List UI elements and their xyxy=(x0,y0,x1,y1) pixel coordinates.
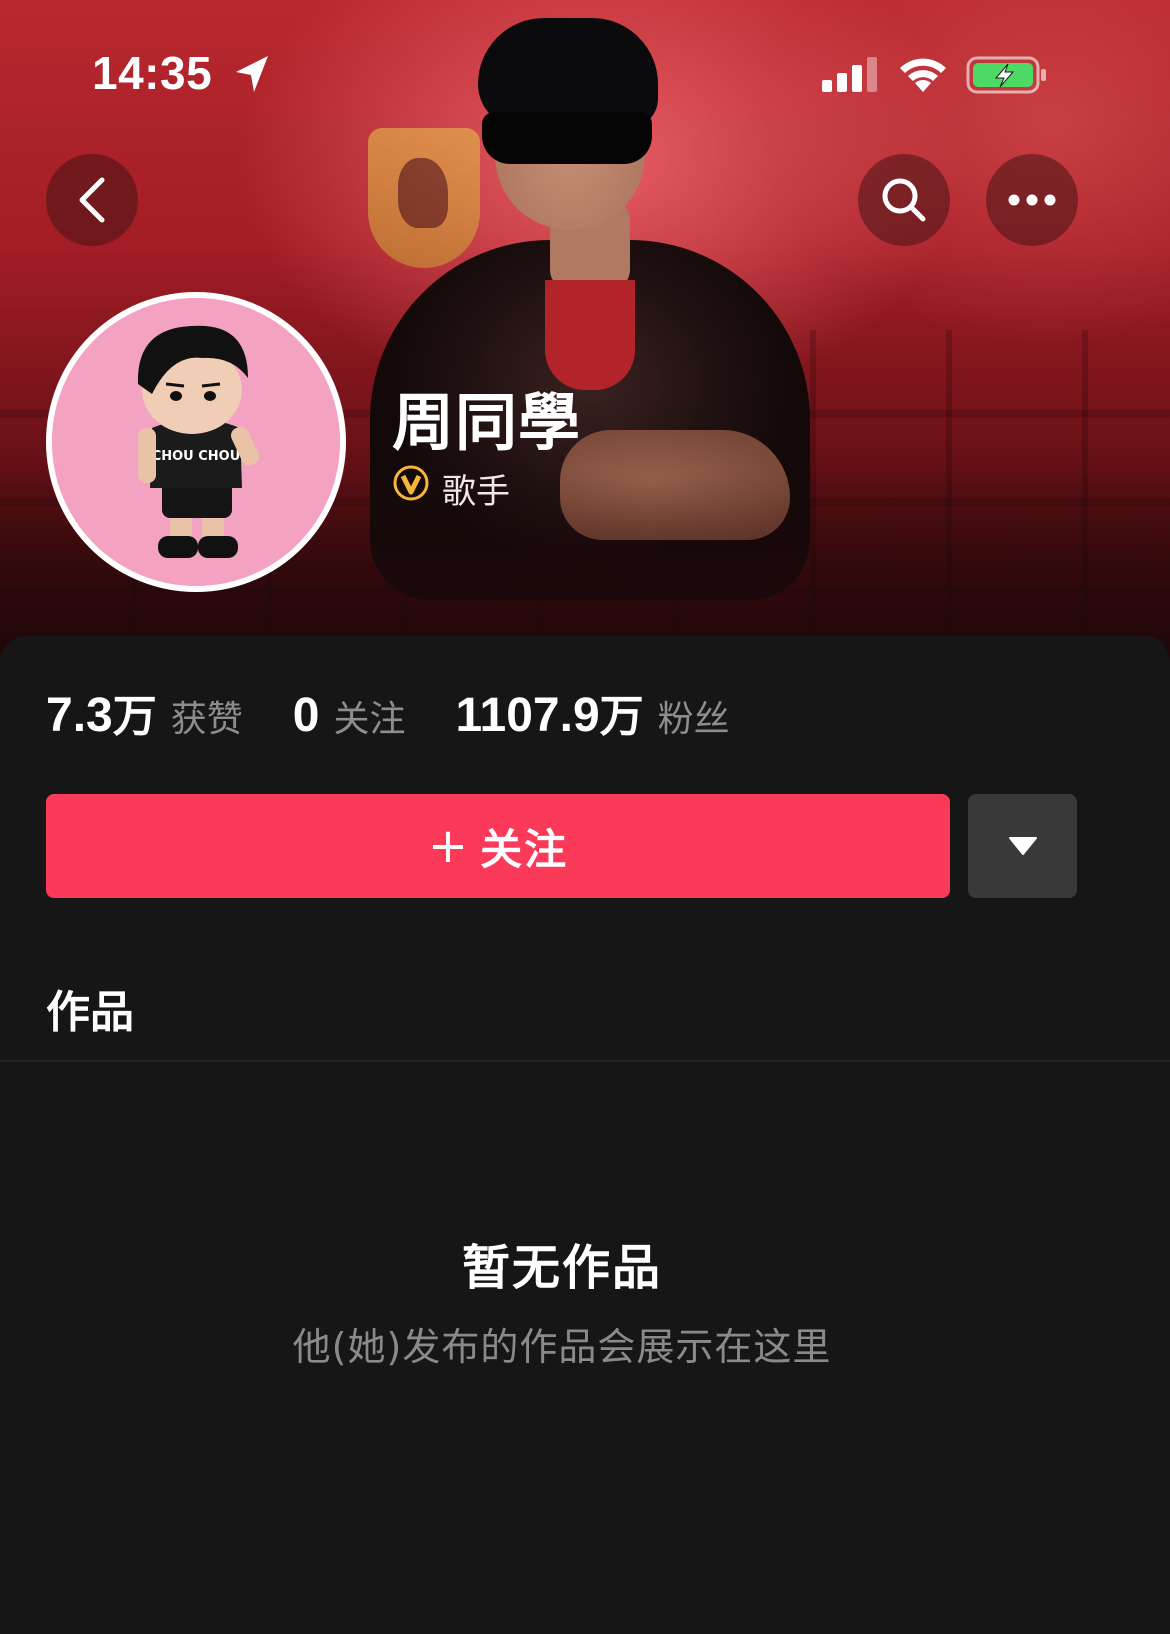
more-dots-icon xyxy=(1008,194,1056,206)
stat-followers[interactable]: 1107.9 万 粉丝 xyxy=(455,680,729,744)
status-time: 14:35 xyxy=(92,47,213,99)
avatar-figure: CHOU CHOU xyxy=(52,298,340,586)
stat-following[interactable]: 0 关注 xyxy=(293,688,406,743)
cellular-signal-icon xyxy=(822,57,877,92)
stat-likes-number: 7.3 xyxy=(46,689,113,742)
verified-v-badge-icon xyxy=(393,465,429,501)
more-button[interactable] xyxy=(986,154,1078,246)
svg-text:CHOU CHOU: CHOU CHOU xyxy=(152,449,241,464)
back-button[interactable] xyxy=(46,154,138,246)
verification-label: 歌手 xyxy=(442,472,510,512)
stats-row: 7.3 万 获赞 0 关注 1107.9 万 粉丝 xyxy=(46,680,780,743)
avatar[interactable]: CHOU CHOU xyxy=(46,292,346,592)
stat-likes-unit: 万 xyxy=(112,691,157,742)
stat-followers-unit: 万 xyxy=(599,691,644,742)
battery-charging-icon xyxy=(966,56,1046,94)
search-button[interactable] xyxy=(858,154,950,246)
profile-panel xyxy=(0,636,1170,1634)
search-icon xyxy=(882,178,926,222)
profile-name: 周同學 xyxy=(392,386,582,459)
empty-state-subtitle: 他(她)发布的作品会展示在这里 xyxy=(292,1325,832,1369)
wifi-icon xyxy=(900,58,946,92)
stat-followers-number: 1107.9 xyxy=(455,689,600,742)
chevron-left-icon xyxy=(79,177,105,223)
stat-following-label: 关注 xyxy=(333,699,406,740)
triangle-down-icon xyxy=(1008,837,1037,855)
stat-followers-label: 粉丝 xyxy=(657,699,730,740)
plus-icon: + xyxy=(427,818,469,874)
empty-state-title: 暂无作品 xyxy=(461,1240,662,1296)
location-arrow-icon xyxy=(236,56,268,92)
tab-works[interactable]: 作品 xyxy=(46,976,134,1040)
stat-following-number: 0 xyxy=(292,689,320,742)
stat-likes-label: 获赞 xyxy=(170,699,243,740)
recommend-dropdown-button[interactable] xyxy=(968,794,1077,898)
follow-button[interactable]: + 关注 xyxy=(46,794,950,898)
follow-label: 关注 xyxy=(480,824,569,874)
tab-divider xyxy=(0,1060,1170,1062)
stat-likes[interactable]: 7.3 万 获赞 xyxy=(46,680,243,744)
